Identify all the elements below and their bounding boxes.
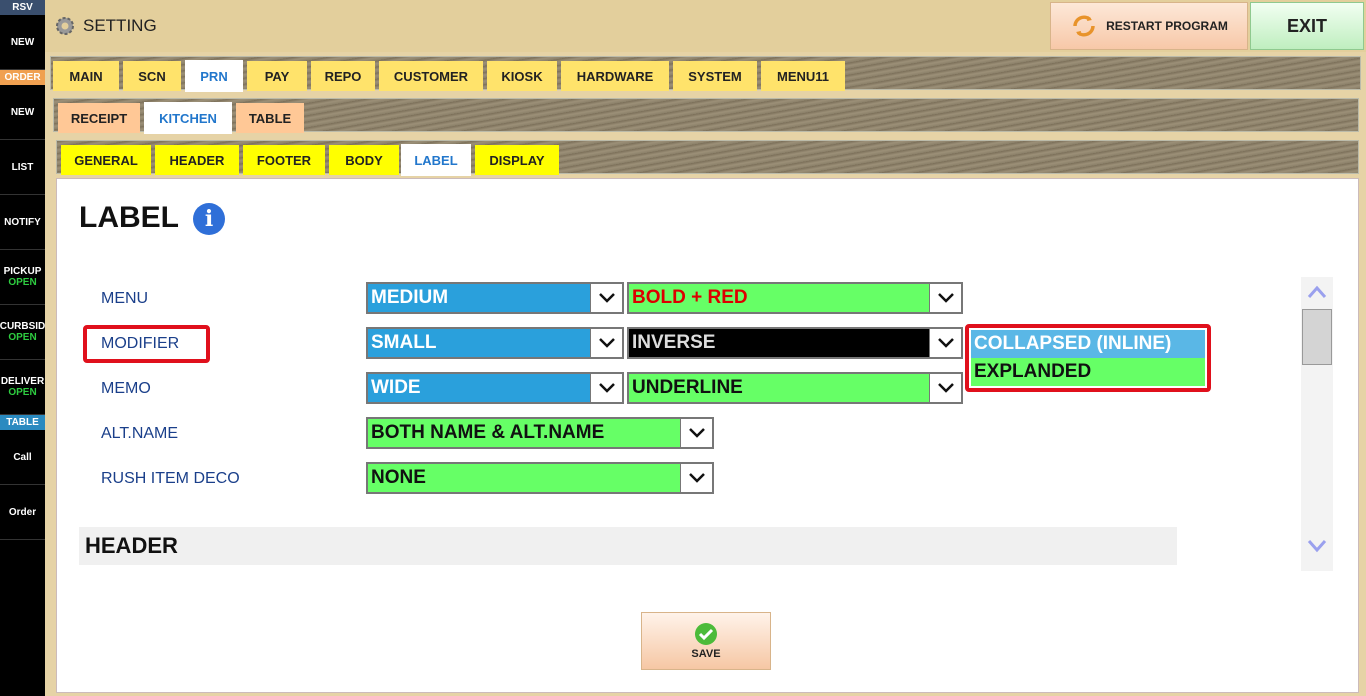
chevron-down-icon — [680, 464, 712, 492]
info-icon[interactable]: i — [193, 203, 225, 235]
modifier-size-select[interactable]: SMALL — [366, 327, 624, 359]
option-collapsed-inline[interactable]: COLLAPSED (INLINE) — [971, 330, 1205, 358]
chevron-down-icon — [590, 284, 622, 312]
tab-scn[interactable]: SCN — [123, 61, 181, 91]
chevron-down-icon — [680, 419, 712, 447]
menu-label: MENU — [101, 290, 149, 307]
sidebar-list[interactable]: LIST — [0, 140, 45, 195]
tab-repo[interactable]: REPO — [311, 61, 375, 91]
memo-label: MEMO — [101, 380, 151, 397]
sidebar-delivery[interactable]: DELIVER OPEN — [0, 360, 45, 415]
refresh-icon — [1073, 15, 1095, 37]
save-button[interactable]: SAVE — [641, 612, 771, 670]
sidebar-order-new[interactable]: NEW — [0, 85, 45, 140]
header-section-title: HEADER — [79, 527, 1177, 565]
tab-header[interactable]: HEADER — [155, 145, 239, 175]
sub-tab-bar: RECEIPT KITCHEN TABLE — [53, 98, 1359, 134]
rush-item-deco-select[interactable]: NONE — [366, 462, 714, 494]
chevron-down-icon — [929, 284, 961, 312]
title-bar: SETTING RESTART PROGRAM EXIT — [45, 0, 1366, 52]
option-expanded[interactable]: EXPLANDED — [971, 358, 1205, 386]
vertical-scrollbar[interactable] — [1301, 277, 1333, 571]
modifier-display-dropdown: COLLAPSED (INLINE) EXPLANDED — [965, 324, 1211, 392]
exit-button[interactable]: EXIT — [1250, 2, 1364, 50]
main-tab-bar: MAIN SCN PRN PAY REPO CUSTOMER KIOSK HAR… — [50, 56, 1361, 92]
tab-general[interactable]: GENERAL — [61, 145, 151, 175]
tab-body[interactable]: BODY — [329, 145, 399, 175]
tab-menu11[interactable]: MENU11 — [761, 61, 845, 91]
menu-size-select[interactable]: MEDIUM — [366, 282, 624, 314]
checkmark-icon — [695, 623, 717, 645]
table-header: TABLE — [0, 415, 45, 430]
chevron-down-icon — [590, 374, 622, 402]
delivery-status: OPEN — [8, 387, 37, 398]
sidebar-call[interactable]: Call — [0, 430, 45, 485]
sidebar-curbside[interactable]: CURBSID OPEN — [0, 305, 45, 360]
chevron-down-icon — [929, 374, 961, 402]
gear-icon — [56, 17, 74, 35]
scroll-down-icon[interactable] — [1307, 539, 1327, 553]
order-header: ORDER — [0, 70, 45, 85]
tab-table[interactable]: TABLE — [236, 103, 304, 133]
restart-program-button[interactable]: RESTART PROGRAM — [1050, 2, 1248, 50]
tab-kiosk[interactable]: KIOSK — [487, 61, 557, 91]
memo-style-select[interactable]: UNDERLINE — [627, 372, 963, 404]
chevron-down-icon — [929, 329, 961, 357]
tab-display[interactable]: DISPLAY — [475, 145, 559, 175]
rsv-header: RSV — [0, 0, 45, 15]
alt-name-label: ALT.NAME — [101, 425, 179, 442]
pickup-status: OPEN — [8, 277, 37, 288]
tab-pay[interactable]: PAY — [247, 61, 307, 91]
tab-receipt[interactable]: RECEIPT — [58, 103, 140, 133]
chevron-down-icon — [590, 329, 622, 357]
tab-prn[interactable]: PRN — [185, 60, 243, 92]
sidebar-order[interactable]: Order — [0, 485, 45, 540]
tab-hardware[interactable]: HARDWARE — [561, 61, 669, 91]
scroll-up-icon[interactable] — [1307, 285, 1327, 299]
left-sidebar: RSV NEW ORDER NEW LIST NOTIFY PICKUP OPEN… — [0, 0, 45, 696]
tab-system[interactable]: SYSTEM — [673, 61, 757, 91]
modifier-style-select[interactable]: INVERSE — [627, 327, 963, 359]
menu-style-select[interactable]: BOLD + RED — [627, 282, 963, 314]
settings-window: SETTING RESTART PROGRAM EXIT MAIN SCN PR… — [45, 0, 1366, 696]
tab-label[interactable]: LABEL — [401, 144, 471, 176]
section-tab-bar: GENERAL HEADER FOOTER BODY LABEL DISPLAY — [56, 140, 1359, 176]
tab-main[interactable]: MAIN — [53, 61, 119, 91]
tab-footer[interactable]: FOOTER — [243, 145, 325, 175]
memo-size-select[interactable]: WIDE — [366, 372, 624, 404]
sidebar-pickup[interactable]: PICKUP OPEN — [0, 250, 45, 305]
sidebar-rsv-new[interactable]: NEW — [0, 15, 45, 70]
page-title: LABEL — [79, 201, 179, 234]
sidebar-notify[interactable]: NOTIFY — [0, 195, 45, 250]
content-panel: LABEL i MENU MODIFIER MEMO ALT.NAME RUSH… — [56, 178, 1359, 693]
modifier-highlight-box — [83, 325, 210, 363]
tab-customer[interactable]: CUSTOMER — [379, 61, 483, 91]
alt-name-select[interactable]: BOTH NAME & ALT.NAME — [366, 417, 714, 449]
window-title: SETTING — [53, 14, 157, 38]
rush-item-deco-label: RUSH ITEM DECO — [101, 470, 240, 487]
curbside-status: OPEN — [8, 332, 37, 343]
title-text: SETTING — [83, 16, 157, 35]
scroll-thumb[interactable] — [1302, 309, 1332, 365]
tab-kitchen[interactable]: KITCHEN — [144, 102, 232, 134]
